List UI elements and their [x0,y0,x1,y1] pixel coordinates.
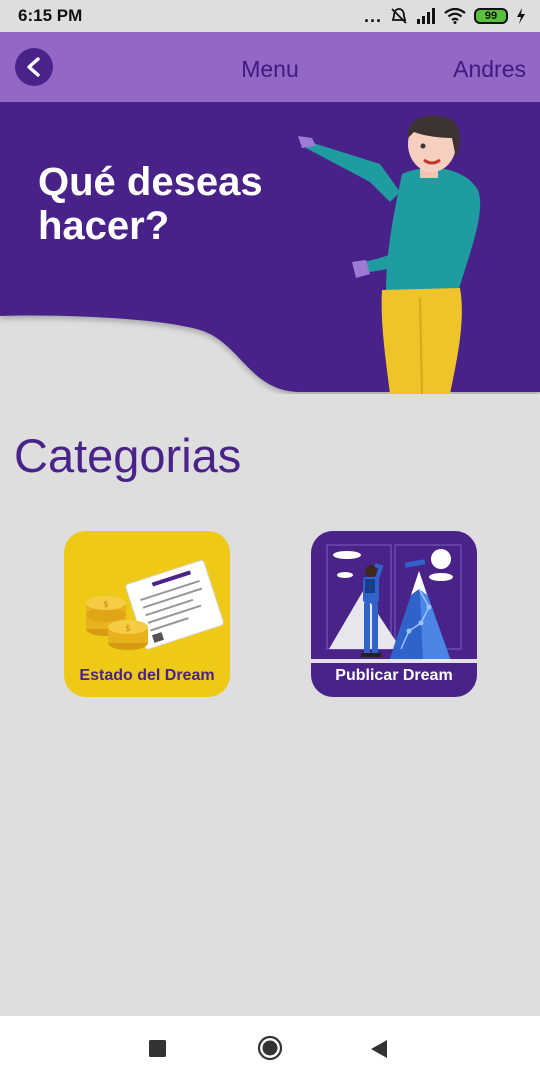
recents-button[interactable] [149,1040,166,1062]
back-triangle-icon [371,1040,387,1058]
back-nav-button[interactable] [370,1039,388,1064]
categories-heading: Categorias [14,429,242,482]
estado-del-dream-tile[interactable]: $ $ Estado del Dream [64,531,230,697]
app-bar: Menu Andres [0,32,540,102]
tile-label-publicar: Publicar Dream [335,667,453,684]
presenter-illustration [298,115,481,394]
wifi-icon [444,8,466,24]
more-dots: ... [363,5,382,26]
mountain-climber-icon [311,544,477,663]
welcome-banner: Qué deseas hacer? [0,102,540,394]
coins-receipt-icon: $ $ [86,560,224,650]
user-name[interactable]: Andres [453,56,526,83]
status-bar: 6:15 PM ... 99 [0,0,540,32]
status-time: 6:15 PM [18,6,83,25]
battery-icon: 99 [474,8,508,24]
banner-title: Qué deseas hacer? [38,160,263,248]
tile-label-estado: Estado del Dream [79,667,215,684]
svg-text:$: $ [103,600,109,610]
recents-square-icon [149,1040,166,1057]
mute-icon [391,8,407,24]
system-nav-bar [0,1016,540,1080]
signal-icon [417,8,435,24]
publicar-dream-tile[interactable]: Publicar Dream [311,531,477,697]
home-button[interactable] [257,1035,283,1066]
status-icons: ... 99 [364,6,526,27]
home-circle-icon [257,1035,283,1061]
svg-text:$: $ [125,624,131,634]
charging-icon [517,8,525,24]
battery-level: 99 [484,10,498,22]
